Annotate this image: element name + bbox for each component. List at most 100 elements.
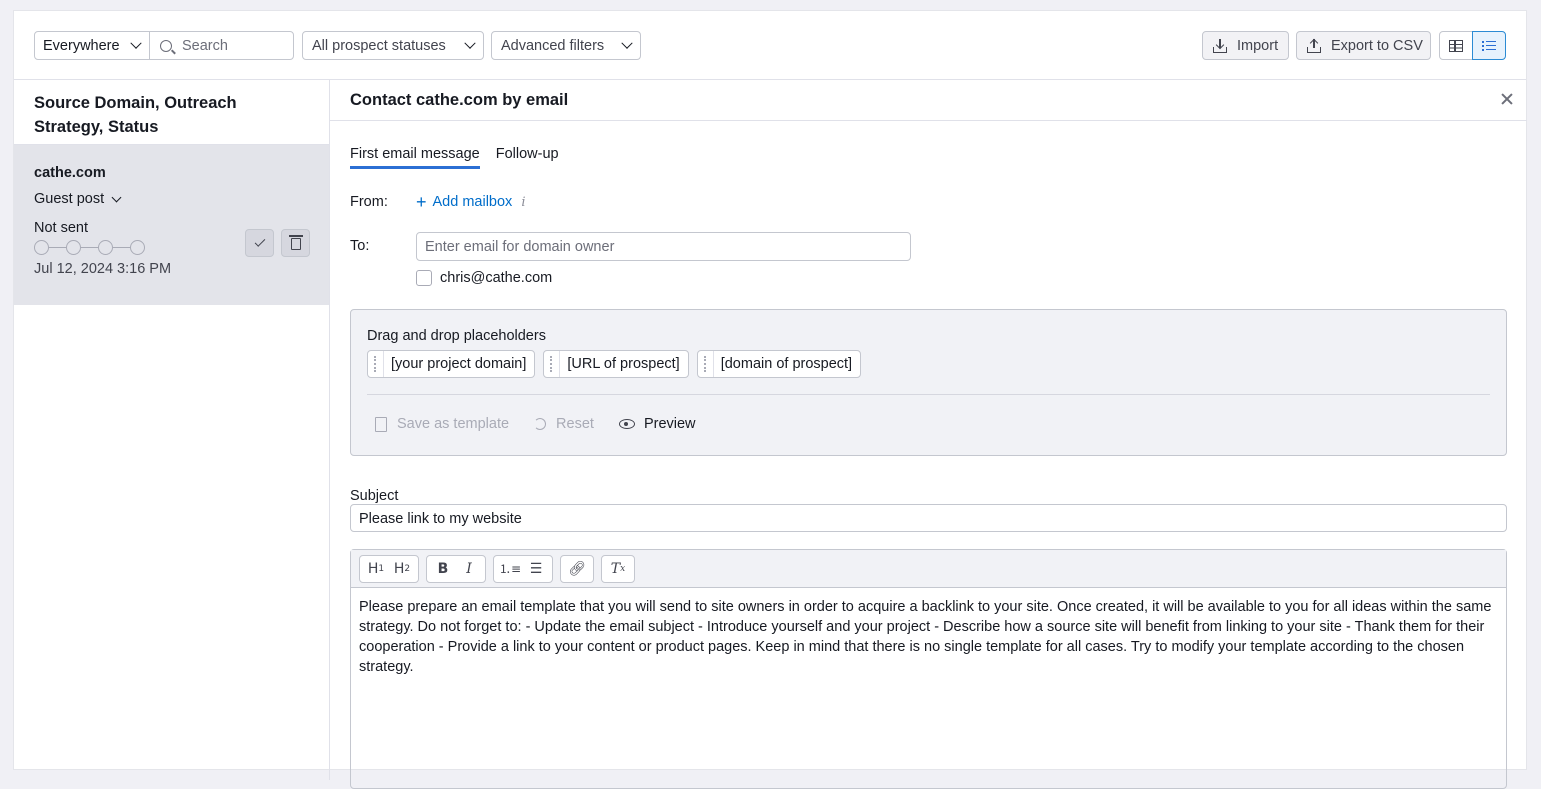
step-dot [98,240,113,255]
step-dot [130,240,145,255]
step-dot [34,240,49,255]
heading-2-icon[interactable]: H2 [389,556,415,582]
advanced-filters-select[interactable]: Advanced filters [491,31,641,60]
step-dot [66,240,81,255]
trash-icon [288,235,303,250]
bullet-list-icon[interactable]: ☰ [523,556,549,582]
upload-icon [1307,38,1321,53]
clear-format-group: Tx [601,554,635,583]
add-mailbox-link[interactable]: + Add mailbox i [416,192,525,212]
chevron-down-icon [111,192,122,202]
drag-handle-icon[interactable] [544,351,561,377]
email-checkbox[interactable] [416,270,432,286]
check-icon [254,236,265,247]
import-label: Import [1237,37,1279,54]
placeholder-chip[interactable]: [URL of prospect] [543,350,689,378]
search-icon [160,39,172,52]
info-icon[interactable]: i [521,195,525,210]
format-group: B I [426,554,486,583]
location-select-label: Everywhere [43,37,120,54]
placeholders-box: Drag and drop placeholders [your project… [350,309,1507,456]
clear-format-icon[interactable]: Tx [605,556,631,582]
to-email-input[interactable]: Enter email for domain owner [416,232,911,261]
preview-button[interactable]: Preview [618,416,696,432]
download-icon [1213,38,1227,53]
undo-icon [534,418,547,430]
email-editor: H1 H2 B I ⒈≡ ☰ 🔗︎ Tx Please prepare an e… [350,549,1507,789]
strategy-label: Guest post [34,191,105,207]
placeholder-chip[interactable]: [your project domain] [367,350,536,378]
close-icon[interactable] [1501,93,1513,105]
chevron-down-icon [621,37,633,49]
filters-toolbar: Everywhere Search All prospect statuses … [14,11,1526,80]
plus-icon: + [416,192,427,212]
template-actions: Save as template Reset Preview [375,416,721,432]
add-mailbox-label: Add mailbox [432,194,513,210]
to-label: To: [350,238,370,254]
prospect-list-item[interactable]: cathe.com Guest post Not sent Jul 12, 20… [14,145,329,305]
suggested-email-option[interactable]: chris@cathe.com [416,270,552,286]
eye-icon [618,419,635,429]
subject-label: Subject [350,488,399,504]
placeholders-title: Drag and drop placeholders [367,328,546,344]
mark-done-button[interactable] [245,229,274,257]
strategy-select[interactable]: Guest post [34,191,309,207]
panel-title: Contact cathe.com by email [330,80,1527,121]
link-group: 🔗︎ [560,554,594,583]
location-select[interactable]: Everywhere [34,31,150,60]
chip-label: [domain of prospect] [720,356,853,372]
heading-1-icon[interactable]: H1 [363,556,389,582]
tab-first-email[interactable]: First email message [350,146,480,169]
chip-label: [your project domain] [391,356,527,372]
link-icon[interactable]: 🔗︎ [564,556,590,582]
prospect-domain: cathe.com [34,165,106,181]
reset-button[interactable]: Reset [534,416,594,432]
list-group: ⒈≡ ☰ [493,554,553,583]
save-template-label: Save as template [397,416,510,432]
prospect-status-select[interactable]: All prospect statuses [302,31,484,60]
placeholder-chip[interactable]: [domain of prospect] [696,350,862,378]
tab-follow-up[interactable]: Follow-up [496,146,559,169]
search-placeholder: Search [182,37,228,54]
chevron-down-icon [130,37,142,49]
delete-button[interactable] [281,229,310,257]
subject-value: Please link to my website [359,511,522,527]
chip-label: [URL of prospect] [567,356,680,372]
save-as-template-button[interactable]: Save as template [375,416,509,432]
heading-group: H1 H2 [359,554,419,583]
subject-input[interactable]: Please link to my website [350,504,1507,532]
editor-toolbar: H1 H2 B I ⒈≡ ☰ 🔗︎ Tx [351,550,1506,588]
ordered-list-icon[interactable]: ⒈≡ [497,556,523,582]
reset-label: Reset [556,416,594,432]
suggested-email: chris@cathe.com [440,270,553,286]
sidebar-heading: Source Domain, Outreach Strategy, Status [14,80,329,145]
placeholder-chips: [your project domain] [URL of prospect] … [367,350,869,378]
list-view-icon [1482,40,1496,52]
search-input[interactable]: Search [149,31,294,60]
preview-label: Preview [643,416,696,432]
export-csv-button[interactable]: Export to CSV [1296,31,1431,60]
email-tabs: First email message Follow-up [350,146,575,169]
prospects-sidebar: Source Domain, Outreach Strategy, Status… [14,80,330,780]
contact-panel: Contact cathe.com by email First email m… [330,80,1527,789]
bold-icon[interactable]: B [430,556,456,582]
status-select-label: All prospect statuses [312,37,446,54]
panel-title-text: Contact cathe.com by email [350,91,569,109]
document-icon [375,416,387,432]
export-label: Export to CSV [1331,37,1423,54]
import-button[interactable]: Import [1202,31,1289,60]
to-placeholder: Enter email for domain owner [425,239,615,255]
table-view-icon [1449,39,1463,52]
view-toggle [1439,31,1506,60]
drag-handle-icon[interactable] [698,351,714,377]
from-label: From: [350,194,388,210]
advanced-filters-label: Advanced filters [501,37,605,54]
prospect-date: Jul 12, 2024 3:16 PM [34,261,172,277]
chevron-down-icon [464,37,476,49]
editor-body[interactable]: Please prepare an email template that yo… [351,588,1506,686]
drag-handle-icon[interactable] [368,351,384,377]
italic-icon[interactable]: I [456,556,482,582]
app-frame: Everywhere Search All prospect statuses … [13,10,1527,789]
table-view-button[interactable] [1439,31,1473,60]
list-view-button[interactable] [1472,31,1506,60]
